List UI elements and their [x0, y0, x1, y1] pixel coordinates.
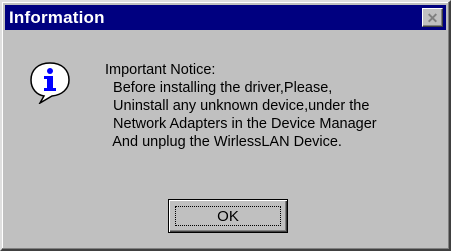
message-line: Network Adapters in the Device Manager: [105, 116, 377, 132]
information-icon: [30, 62, 70, 104]
message-line: Important Notice:: [105, 62, 216, 78]
message-line: Before installing the driver,Please,: [105, 80, 333, 96]
dialog-title: Information: [9, 7, 105, 27]
message-line: Uninstall any unknown device,under the: [105, 98, 370, 114]
close-icon: ✕: [426, 9, 439, 26]
ok-button-label: OK: [217, 207, 239, 225]
message-line: And unplug the WirlessLAN Device.: [105, 134, 342, 150]
ok-button[interactable]: OK: [168, 199, 288, 233]
close-button[interactable]: ✕: [422, 8, 443, 27]
title-bar[interactable]: Information ✕: [5, 5, 446, 30]
notice-message: Important Notice: Before installing the …: [105, 61, 377, 151]
information-dialog: Information ✕ Important Notice: Before i…: [0, 0, 451, 251]
